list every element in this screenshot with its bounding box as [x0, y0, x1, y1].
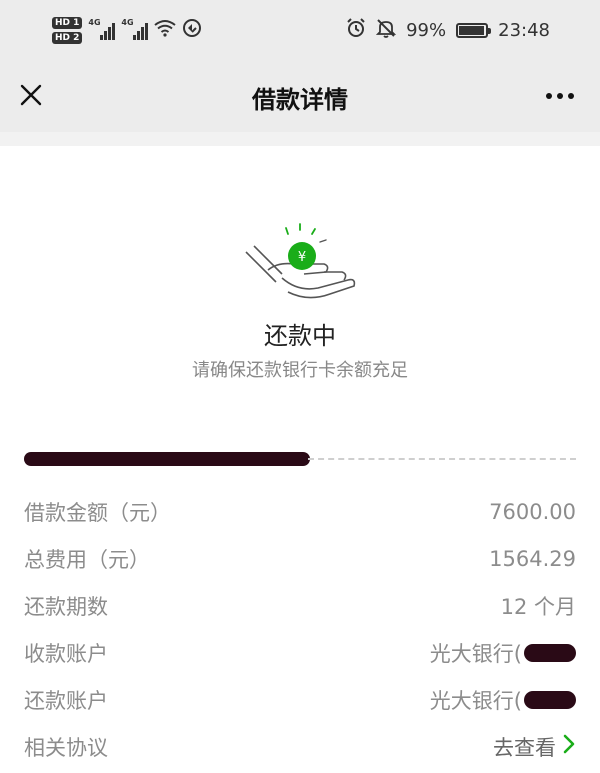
- row-label: 还款账户: [24, 688, 108, 713]
- view-agreement-link[interactable]: 去查看: [493, 732, 576, 762]
- chevron-right-icon: [562, 733, 576, 760]
- bank-name: 光大银行(: [429, 641, 522, 666]
- net1-label: 4G: [88, 18, 101, 27]
- row-value: 光大银行(: [430, 685, 576, 715]
- clock-time: 23:48: [498, 19, 550, 41]
- sync-icon: [182, 18, 202, 43]
- detail-row-repay-account: 还款账户 光大银行(: [24, 676, 576, 723]
- coin-symbol: ¥: [298, 250, 306, 265]
- dashed-line: [308, 458, 576, 460]
- mute-icon: [375, 18, 397, 43]
- status-subtitle: 请确保还款银行卡余额充足: [192, 360, 408, 381]
- bank-name: 光大银行(: [429, 688, 522, 713]
- signal-icon: 4G: [88, 18, 116, 40]
- section-gap: [0, 132, 600, 146]
- detail-row-agreement[interactable]: 相关协议 去查看: [24, 723, 576, 770]
- detail-row-term: 还款期数 12 个月: [24, 582, 576, 629]
- hd1-badge: HD 1: [52, 16, 83, 29]
- detail-row-receive-account: 收款账户 光大银行(: [24, 629, 576, 676]
- signal-icon: 4G: [121, 18, 149, 40]
- row-label: 相关协议: [24, 735, 108, 760]
- detail-list: 借款金额（元） 7600.00 总费用（元） 1564.29 还款期数 12 个…: [24, 488, 576, 770]
- battery-percent: 99%: [406, 19, 447, 41]
- nav-bar: 借款详情: [0, 60, 600, 132]
- more-button[interactable]: [540, 82, 580, 110]
- more-icon: [546, 93, 552, 99]
- battery-icon: [456, 22, 492, 38]
- hand-coin-icon: ¥: [238, 222, 362, 302]
- row-value: 1564.29: [489, 546, 576, 571]
- row-value: 12 个月: [500, 594, 576, 619]
- row-value: 光大银行(: [430, 638, 576, 668]
- masked-card-number: [524, 643, 576, 662]
- divider: [24, 452, 576, 466]
- status-bar: HD 1 HD 2 4G 4G 99% 23:48: [0, 0, 600, 60]
- row-label: 收款账户: [24, 641, 108, 666]
- status-bar-right: 99% 23:48: [346, 16, 550, 44]
- detail-row-total-fee: 总费用（元） 1564.29: [24, 535, 576, 582]
- detail-row-loan-amount: 借款金额（元） 7600.00: [24, 488, 576, 535]
- row-label: 还款期数: [24, 594, 108, 619]
- wifi-icon: [154, 19, 177, 42]
- row-label: 总费用（元）: [24, 547, 150, 572]
- row-value: 7600.00: [489, 499, 576, 524]
- close-icon: [20, 84, 42, 106]
- redacted-block: [24, 452, 310, 466]
- page-title: 借款详情: [252, 86, 348, 114]
- masked-card-number: [524, 690, 576, 709]
- alarm-icon: [346, 17, 366, 43]
- net2-label: 4G: [121, 18, 134, 27]
- status-title: 还款中: [264, 322, 336, 350]
- hd-indicators: HD 1 HD 2: [52, 16, 83, 44]
- hd2-badge: HD 2: [52, 31, 83, 44]
- link-label: 去查看: [493, 735, 556, 760]
- status-bar-left: HD 1 HD 2 4G 4G: [52, 12, 202, 48]
- row-label: 借款金额（元）: [24, 500, 171, 525]
- close-button[interactable]: [14, 78, 48, 112]
